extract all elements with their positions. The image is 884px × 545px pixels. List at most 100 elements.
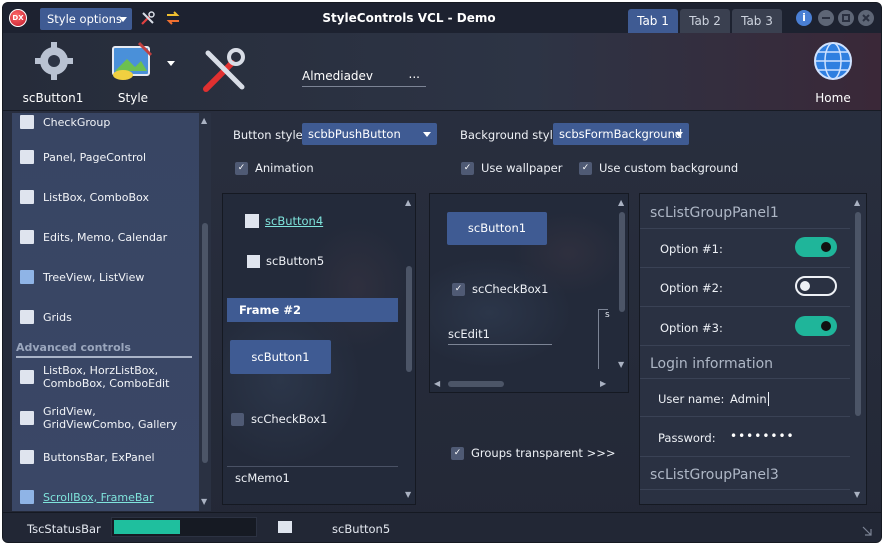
frame2-header[interactable]: Frame #2 bbox=[227, 298, 398, 322]
clipped-text: s bbox=[605, 310, 610, 320]
sidebar-item-gridview[interactable]: GridView, GridViewCombo, Gallery bbox=[20, 405, 183, 431]
username-input[interactable]: Admin bbox=[730, 392, 769, 406]
scroll-left-icon[interactable]: ◀ bbox=[434, 379, 440, 388]
scmemo1[interactable]: scMemo1 bbox=[227, 466, 398, 504]
scbutton1-scrollbox-button[interactable]: scButton1 bbox=[447, 212, 547, 245]
almediadev-edit-value: Almediadev bbox=[302, 69, 374, 83]
home-toolbar-button[interactable]: Home bbox=[803, 33, 863, 109]
password-input[interactable]: •••••••• bbox=[730, 429, 795, 443]
app-icon[interactable]: DX bbox=[9, 9, 27, 27]
login-information-header[interactable]: Login information bbox=[650, 356, 773, 372]
style-toolbar-button[interactable]: Style bbox=[103, 33, 179, 109]
button-style-value: scbbPushButton bbox=[308, 127, 401, 141]
info-icon[interactable]: i bbox=[796, 10, 812, 26]
sidebar-item-edits[interactable]: Edits, Memo, Calendar bbox=[20, 230, 167, 244]
scrollbar-thumb[interactable] bbox=[619, 212, 625, 312]
check-icon: ✓ bbox=[451, 446, 464, 460]
ellipsis-button[interactable]: ... bbox=[409, 67, 420, 81]
buttonsbar-icon bbox=[20, 450, 34, 464]
divider bbox=[640, 489, 850, 490]
scroll-up-icon[interactable]: ▲ bbox=[405, 198, 411, 207]
scbutton4-link[interactable]: scButton4 bbox=[245, 214, 323, 228]
scrollbox-hscrollbar[interactable]: ◀ ▶ bbox=[430, 377, 616, 391]
sidebar-item-label: Panel, PageControl bbox=[43, 150, 147, 164]
sidebar-item-treeview[interactable]: TreeView, ListView bbox=[20, 270, 144, 284]
scbutton5-label: scButton5 bbox=[266, 254, 325, 268]
divider bbox=[640, 378, 850, 379]
scroll-up-icon[interactable]: ▲ bbox=[618, 198, 624, 207]
sidebar-item-panel[interactable]: Panel, PageControl bbox=[20, 150, 146, 164]
sidebar-item-adv-listbox[interactable]: ListBox, HorzListBox, ComboBox, ComboEdi… bbox=[20, 364, 173, 390]
tab-1[interactable]: Tab 1 bbox=[628, 9, 678, 33]
tools-icon[interactable] bbox=[140, 10, 156, 26]
listgroup-panel3-header[interactable]: scListGroupPanel3 bbox=[650, 467, 779, 483]
almediadev-edit[interactable]: Almediadev ... bbox=[302, 67, 426, 87]
scbutton1-frame-button[interactable]: scButton1 bbox=[230, 340, 331, 374]
scedit1[interactable]: scEdit1 bbox=[448, 327, 552, 345]
button-style-combo[interactable]: scbbPushButton bbox=[302, 123, 437, 145]
status-bar: TscStatusBar scButton5 bbox=[3, 512, 881, 542]
scrollbox-vscrollbar[interactable]: ▲ ▼ bbox=[616, 194, 628, 376]
scroll-up-icon[interactable]: ▲ bbox=[854, 198, 860, 207]
scrollbar-thumb[interactable] bbox=[855, 212, 861, 416]
option2-label: Option #2: bbox=[660, 281, 723, 295]
globe-icon bbox=[814, 42, 852, 80]
scroll-right-icon[interactable]: ▶ bbox=[600, 379, 606, 388]
groups-transparent-checkbox[interactable]: ✓ Groups transparent >>> bbox=[451, 446, 615, 460]
resize-grip-icon[interactable] bbox=[861, 525, 873, 537]
scrollbar-thumb[interactable] bbox=[448, 381, 504, 387]
sidebar-item-buttonsbar[interactable]: ButtonsBar, ExPanel bbox=[20, 450, 155, 464]
checkbox1-label: scCheckBox1 bbox=[251, 412, 328, 426]
option3-toggle[interactable] bbox=[795, 316, 837, 336]
use-custom-background-checkbox[interactable]: ✓ Use custom background bbox=[579, 161, 738, 175]
scroll-up-icon[interactable]: ▲ bbox=[201, 116, 207, 125]
sidebar-item-listbox[interactable]: ListBox, ComboBox bbox=[20, 190, 149, 204]
edit1-label: scEdit1 bbox=[448, 327, 490, 341]
statusbar-button5[interactable]: scButton5 bbox=[332, 522, 390, 536]
scroll-down-icon[interactable]: ▼ bbox=[618, 360, 624, 369]
toggle-knob bbox=[800, 281, 810, 291]
animation-checkbox[interactable]: ✓ Animation bbox=[235, 161, 314, 175]
scroll-down-icon[interactable]: ▼ bbox=[201, 497, 207, 506]
advanced-controls-header: Advanced controls bbox=[16, 341, 192, 358]
chevron-down-icon bbox=[675, 132, 683, 137]
option1-toggle[interactable] bbox=[795, 237, 837, 257]
scroll-down-icon[interactable]: ▼ bbox=[854, 490, 860, 499]
scrollbar-thumb[interactable] bbox=[406, 266, 412, 372]
check-icon: ✓ bbox=[461, 161, 474, 175]
sidebar-item-label: Grids bbox=[43, 310, 72, 324]
scrollbar-thumb[interactable] bbox=[202, 223, 208, 463]
sidebar-item-label: GridView, GridViewCombo, Gallery bbox=[43, 405, 178, 431]
scbutton4-label: scButton4 bbox=[265, 214, 324, 228]
maximize-button[interactable] bbox=[838, 10, 854, 26]
option2-toggle[interactable] bbox=[795, 276, 837, 296]
sidebar-item-scrollbox[interactable]: ScrollBox, FrameBar bbox=[20, 490, 154, 504]
frame-checkbox1[interactable]: scCheckBox1 bbox=[231, 412, 327, 426]
toolbar: scButton1 Style Almediadev ... Home bbox=[3, 33, 881, 111]
scrollbox-checkbox1[interactable]: ✓ scCheckBox1 bbox=[452, 282, 548, 296]
minimize-button[interactable] bbox=[818, 10, 834, 26]
username-label: User name: bbox=[658, 392, 725, 406]
tab-3[interactable]: Tab 3 bbox=[732, 9, 782, 33]
listgroup-scrollbar[interactable]: ▲ ▼ bbox=[852, 194, 864, 504]
grid-icon[interactable] bbox=[278, 521, 292, 533]
tools-large-icon[interactable] bbox=[200, 47, 248, 95]
background-style-combo[interactable]: scbsFormBackground bbox=[553, 123, 689, 145]
sidebar-item-label: ListBox, ComboBox bbox=[43, 190, 149, 204]
sidebar-scrollbar[interactable]: ▲ ▼ bbox=[199, 113, 211, 511]
scroll-down-icon[interactable]: ▼ bbox=[405, 490, 411, 499]
scbutton1-toolbar-button[interactable]: scButton1 bbox=[17, 33, 89, 109]
scbutton5-link[interactable]: scButton5 bbox=[247, 254, 324, 268]
framebar-scrollbar[interactable]: ▲ ▼ bbox=[403, 194, 415, 504]
sidebar-item-grids[interactable]: Grids bbox=[20, 310, 72, 324]
swap-icon[interactable] bbox=[165, 10, 181, 26]
paint-icon bbox=[112, 41, 153, 80]
option1-label: Option #1: bbox=[660, 242, 723, 256]
close-button[interactable] bbox=[858, 10, 874, 26]
style-options-dropdown[interactable]: Style options bbox=[40, 8, 132, 30]
tab-2[interactable]: Tab 2 bbox=[680, 9, 730, 33]
sidebar-item-checkgroup[interactable]: CheckGroup bbox=[20, 115, 110, 129]
listgroup-panel1-header[interactable]: scListGroupPanel1 bbox=[650, 205, 779, 221]
use-wallpaper-checkbox[interactable]: ✓ Use wallpaper bbox=[461, 161, 562, 175]
use-wallpaper-label: Use wallpaper bbox=[481, 161, 563, 175]
